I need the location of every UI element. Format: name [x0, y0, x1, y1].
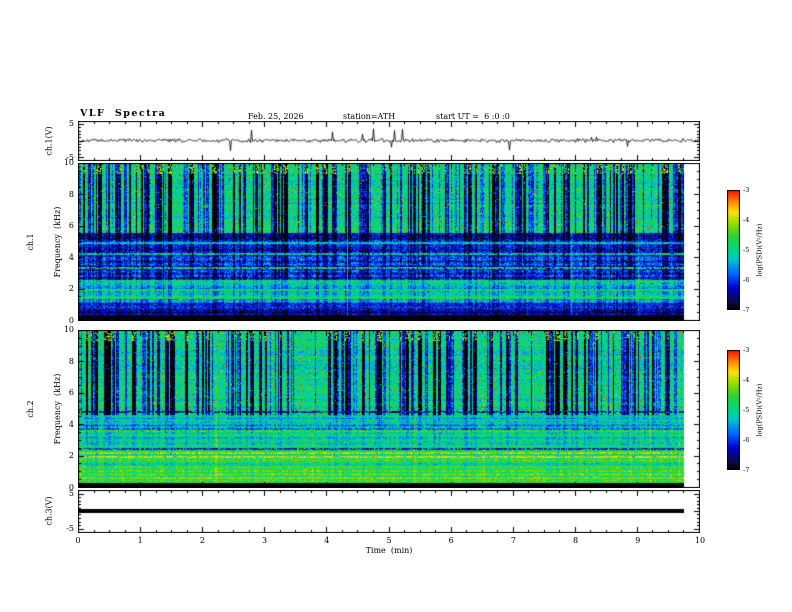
- y-tick-label: 10: [63, 158, 74, 167]
- ch2-frequency-axis-label: ch.2 Frequency (kHz): [8, 374, 80, 445]
- plot-title: VLF Spectra: [80, 108, 167, 119]
- colorbar-tick-label: -6: [743, 436, 750, 444]
- x-tick-label: 4: [324, 536, 330, 545]
- colorbar2-label: log(PSD)(V²/Hz): [755, 383, 764, 437]
- y-tick-label: 0: [68, 316, 74, 325]
- ch1-waveform-panel: [78, 121, 700, 161]
- colorbar-tick-label: -7: [743, 466, 750, 474]
- y-tick-label: 8: [68, 189, 74, 199]
- x-tick-label: 0: [75, 536, 81, 545]
- x-tick-label: 2: [199, 536, 205, 545]
- ch1-spectrogram-panel: [78, 163, 700, 321]
- colorbar-ch1: [727, 190, 740, 310]
- x-tick-label: 7: [510, 536, 516, 545]
- axis-label-line: Frequency (kHz): [53, 206, 62, 278]
- colorbar1-label: log(PSD)(V²/Hz): [755, 223, 764, 277]
- axis-label-line: ch.3(V): [44, 496, 54, 526]
- x-tick-label: 10: [694, 536, 706, 545]
- ch3-voltage-axis-label: ch.3(V): [27, 496, 72, 525]
- ch1-frequency-axis-label: ch.1 Frequency (kHz): [8, 207, 80, 278]
- axis-label-line: Frequency (kHz): [53, 373, 62, 445]
- x-tick-label: 6: [448, 536, 454, 545]
- axis-label-line: ch.1: [26, 233, 35, 251]
- colorbar-tick-label: -6: [743, 276, 750, 284]
- y-tick-label: 2: [68, 284, 74, 294]
- y-tick-label: 4: [68, 419, 74, 429]
- colorbar-ch2: [727, 350, 740, 470]
- ch3-waveform-panel: [78, 490, 700, 533]
- vlf-spectra-plot: VLF Spectra Feb. 25, 2026 station=ATH st…: [0, 0, 792, 612]
- station-label: station=ATH: [343, 112, 396, 121]
- y-tick-label: 10: [63, 325, 74, 334]
- x-axis-title: Time (min): [365, 546, 413, 555]
- start-ut-label: start UT = 6 :0 :0: [436, 112, 510, 121]
- y-tick-label: 4: [68, 252, 74, 262]
- y-tick-label: 5: [68, 119, 74, 129]
- ch2-spectrogram-panel: [78, 330, 700, 488]
- x-tick-label: 3: [262, 536, 268, 545]
- ch1-voltage-axis-label: ch.1(V): [27, 126, 72, 155]
- x-tick-label: 5: [386, 536, 392, 545]
- y-tick-label: 2: [68, 451, 74, 461]
- colorbar-tick-label: -4: [743, 216, 750, 224]
- axis-label-line: ch.2: [26, 400, 35, 418]
- x-tick-label: 8: [573, 536, 579, 545]
- y-tick-label: 5: [68, 488, 74, 498]
- colorbar-tick-label: -5: [743, 246, 750, 254]
- y-tick-label: 6: [68, 388, 74, 398]
- axis-label-line: ch.1(V): [44, 126, 54, 156]
- colorbar-tick-label: -4: [743, 376, 750, 384]
- colorbar-tick-label: -3: [743, 186, 750, 194]
- y-tick-label: -5: [66, 524, 74, 534]
- colorbar-tick-label: -7: [743, 306, 750, 314]
- x-tick-label: 1: [137, 536, 143, 545]
- colorbar-tick-label: -5: [743, 406, 750, 414]
- x-tick-label: 9: [635, 536, 641, 545]
- y-tick-label: 6: [68, 221, 74, 231]
- colorbar-tick-label: -3: [743, 346, 750, 354]
- y-tick-label: 8: [68, 356, 74, 366]
- date-label: Feb. 25, 2026: [248, 112, 304, 121]
